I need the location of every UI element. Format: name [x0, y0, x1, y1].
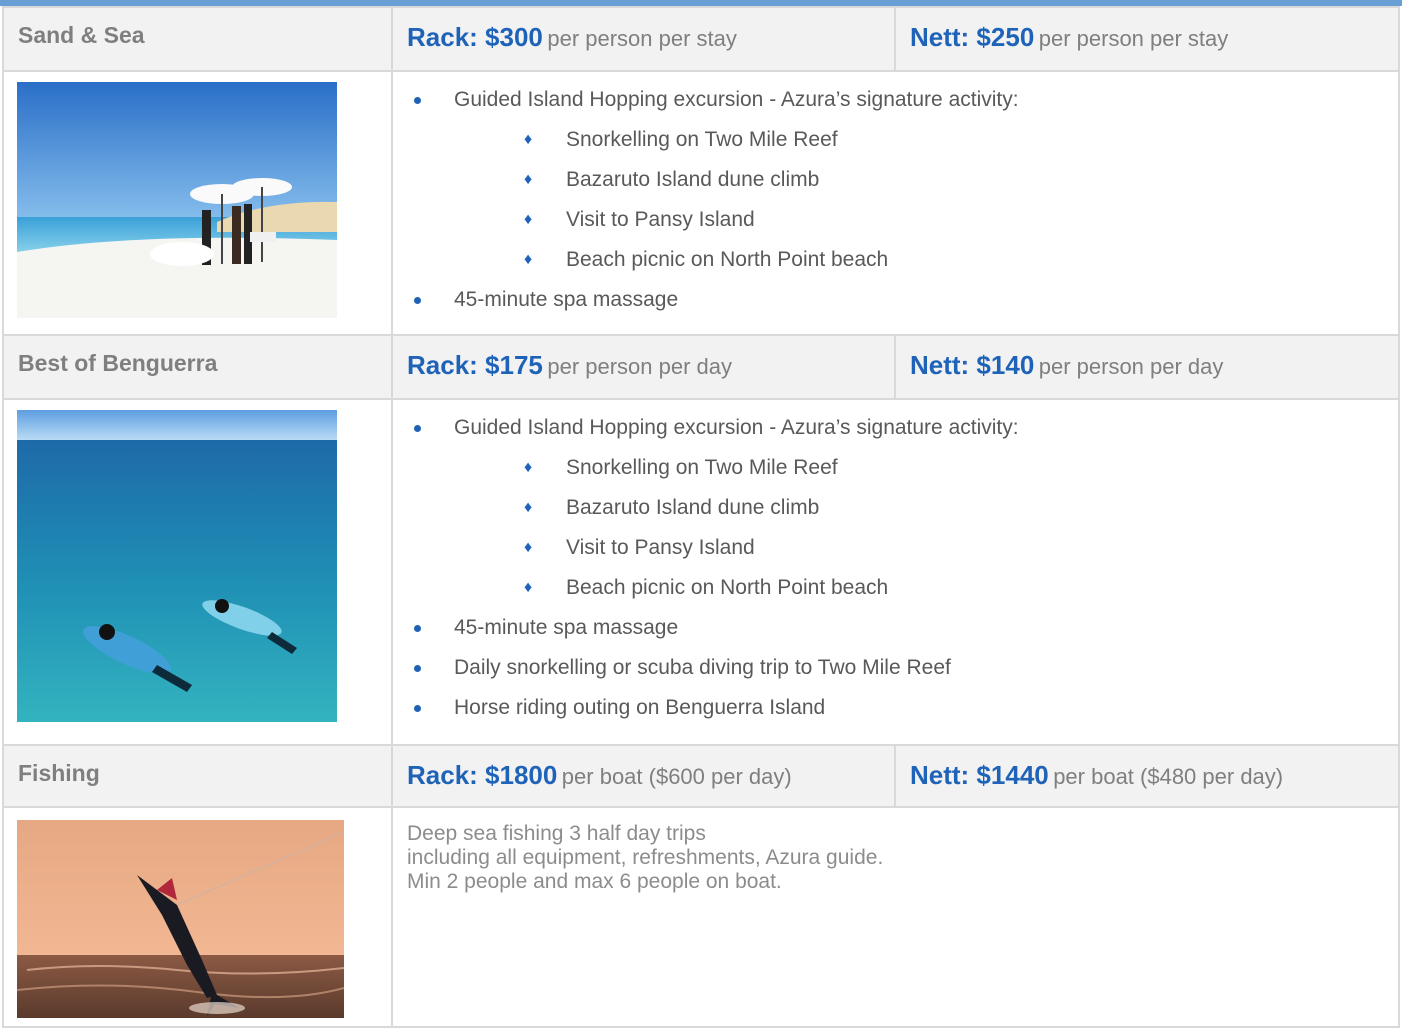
diamond-bullet-icon: ♦ [524, 499, 533, 516]
nett-price-value: Nett: $250 [910, 22, 1035, 52]
activity-list: Guided Island Hopping excursion - Azura’… [393, 414, 1398, 734]
description-line: including all equipment, refreshments, A… [407, 846, 884, 869]
list-item: Guided Island Hopping excursion - Azura’… [393, 414, 1398, 454]
list-item: Daily snorkelling or scuba diving trip t… [393, 654, 1398, 694]
bullet-icon [414, 625, 421, 632]
snorkelling-photo [17, 410, 337, 722]
nett-price: Nett: $1440 per boat ($480 per day) [894, 744, 1400, 808]
package-name: Sand & Sea [2, 6, 393, 72]
bullet-icon [414, 705, 421, 712]
nett-price-unit: per person per day [1038, 354, 1224, 379]
list-item: ♦ Beach picnic on North Point beach [524, 576, 889, 599]
nett-price-value: Nett: $1440 [910, 760, 1049, 790]
bullet-icon [414, 425, 421, 432]
rack-price-unit: per boat ($600 per day) [561, 764, 792, 789]
nett-price: Nett: $250 per person per stay [894, 6, 1400, 72]
package-name: Best of Benguerra [2, 334, 393, 400]
nett-price-value: Nett: $140 [910, 350, 1035, 380]
nett-price-unit: per boat ($480 per day) [1053, 764, 1284, 789]
rack-price-value: Rack: $1800 [407, 760, 558, 790]
package-header-fishing: Fishing Rack: $1800 per boat ($600 per d… [2, 744, 1400, 808]
list-item: 45-minute spa massage [393, 614, 1398, 654]
description-line: Deep sea fishing 3 half day trips [407, 822, 706, 845]
sub-activity-list: ♦ Snorkelling on Two Mile Reef ♦ Bazaruto … [454, 454, 1398, 614]
nett-price: Nett: $140 per person per day [894, 334, 1400, 400]
bullet-icon [414, 297, 421, 304]
beach-picnic-photo [17, 82, 337, 318]
diamond-bullet-icon: ♦ [524, 579, 533, 596]
rack-price: Rack: $175 per person per day [391, 334, 896, 400]
description-line: Min 2 people and max 6 people on boat. [407, 870, 782, 893]
activity-list: Guided Island Hopping excursion - Azura’… [393, 86, 1398, 326]
packages-table: Sand & Sea Rack: $300 per person per sta… [2, 6, 1400, 1028]
list-item: ♦ Snorkelling on Two Mile Reef [524, 128, 838, 151]
list-item: 45-minute spa massage [393, 286, 1398, 326]
list-item: Horse riding outing on Benguerra Island [393, 694, 1398, 734]
rack-price-value: Rack: $300 [407, 22, 543, 52]
diamond-bullet-icon: ♦ [524, 539, 533, 556]
package-header-best-of-benguerra: Best of Benguerra Rack: $175 per person … [2, 334, 1400, 400]
list-item: ♦ Snorkelling on Two Mile Reef [524, 456, 838, 479]
list-item: ♦ Visit to Pansy Island [524, 208, 755, 231]
package-name: Fishing [2, 744, 393, 808]
rack-price-value: Rack: $175 [407, 350, 543, 380]
diamond-bullet-icon: ♦ [524, 459, 533, 476]
list-item: ♦ Beach picnic on North Point beach [524, 248, 889, 271]
package-body-best-of-benguerra: Guided Island Hopping excursion - Azura’… [2, 398, 1400, 746]
nett-price-unit: per person per stay [1038, 26, 1229, 51]
fishing-description: Deep sea fishing 3 half day trips includ… [391, 806, 1400, 1028]
sub-activity-list: ♦ Snorkelling on Two Mile Reef ♦ Bazaruto … [454, 126, 1398, 286]
list-item: Guided Island Hopping excursion - Azura’… [393, 86, 1398, 126]
list-item: ♦ Bazaruto Island dune climb [524, 168, 820, 191]
rack-price-unit: per person per stay [547, 26, 737, 51]
package-header-sand-and-sea: Sand & Sea Rack: $300 per person per sta… [2, 6, 1400, 72]
package-body-sand-and-sea: Guided Island Hopping excursion - Azura’… [2, 70, 1400, 336]
list-item: ♦ Visit to Pansy Island [524, 536, 755, 559]
marlin-fishing-photo [17, 820, 344, 1018]
package-body-fishing: Deep sea fishing 3 half day trips includ… [2, 806, 1400, 1028]
rack-price-unit: per person per day [547, 354, 733, 379]
diamond-bullet-icon: ♦ [524, 211, 533, 228]
diamond-bullet-icon: ♦ [524, 251, 533, 268]
diamond-bullet-icon: ♦ [524, 171, 533, 188]
diamond-bullet-icon: ♦ [524, 131, 533, 148]
rack-price: Rack: $1800 per boat ($600 per day) [391, 744, 896, 808]
bullet-icon [414, 97, 421, 104]
bullet-icon [414, 665, 421, 672]
rack-price: Rack: $300 per person per stay [391, 6, 896, 72]
list-item: ♦ Bazaruto Island dune climb [524, 496, 820, 519]
